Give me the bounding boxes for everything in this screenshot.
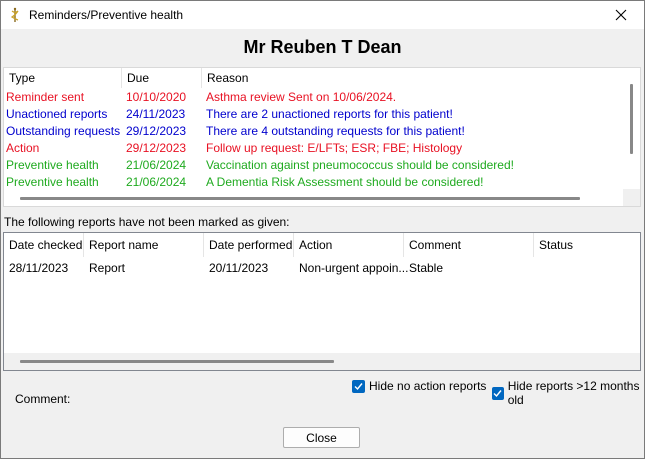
- scrollbar-thumb[interactable]: [20, 197, 580, 200]
- check-icon[interactable]: [352, 379, 365, 393]
- hide-old-reports-checkbox[interactable]: Hide reports >12 months old: [492, 379, 644, 407]
- list-item[interactable]: Action 29/12/2023 Follow up request: E/LFT…: [4, 140, 624, 157]
- reason-cell: Follow up request: E/LFTs; ESR; FBE; His…: [206, 141, 463, 155]
- action-cell: Non-urgent appoin...: [299, 261, 409, 275]
- column-header-comment[interactable]: Comment: [404, 233, 534, 257]
- type-cell: Action: [6, 141, 40, 155]
- type-cell: Preventive health: [6, 158, 99, 172]
- patient-name: Mr Reuben T Dean: [243, 37, 402, 57]
- due-cell: 10/10/2020: [126, 90, 187, 104]
- list-item[interactable]: Preventive health 21/06/2024 Vaccination a…: [4, 157, 624, 174]
- column-header-type[interactable]: Type: [4, 68, 122, 88]
- scrollbar-thumb[interactable]: [20, 360, 334, 363]
- hide-no-action-checkbox[interactable]: Hide no action reports: [352, 379, 486, 393]
- status-cell: [534, 257, 539, 279]
- close-icon[interactable]: [598, 1, 644, 29]
- column-header-action[interactable]: Action: [294, 233, 404, 257]
- caduceus-icon: [7, 7, 23, 23]
- column-header-report-name[interactable]: Report name: [84, 233, 204, 257]
- reminders-list[interactable]: Type Due Reason Reminder sent 10/10/2020 A…: [3, 67, 641, 207]
- reports-header: Date checked Report name Date performed …: [4, 233, 640, 257]
- table-row[interactable]: 28/11/2023 Report 20/11/2023 Non-urgent …: [4, 257, 640, 279]
- title-bar: Reminders/Preventive health: [1, 1, 644, 29]
- due-cell: 29/12/2023: [126, 124, 187, 138]
- reminders-horizontal-scrollbar[interactable]: [4, 189, 625, 206]
- report-name-cell: Report: [89, 261, 126, 275]
- due-cell: 29/12/2023: [126, 141, 187, 155]
- comment-cell: Stable: [409, 261, 444, 275]
- reports-horizontal-scrollbar[interactable]: [4, 353, 640, 370]
- date-performed-cell: 20/11/2023: [209, 261, 269, 275]
- hide-old-reports-label: Hide reports >12 months old: [507, 379, 640, 407]
- list-item[interactable]: Outstanding requests 29/12/2023 There are …: [4, 123, 624, 140]
- list-item[interactable]: Reminder sent 10/10/2020 Asthma review Sen…: [4, 89, 624, 106]
- column-header-date-checked[interactable]: Date checked: [4, 233, 84, 257]
- type-cell: Unactioned reports: [6, 107, 108, 121]
- column-header-date-performed[interactable]: Date performed: [204, 233, 294, 257]
- check-icon[interactable]: [492, 386, 504, 400]
- scrollbar-thumb[interactable]: [630, 84, 633, 154]
- reason-cell: There are 4 outstanding requests for thi…: [206, 124, 465, 138]
- reports-list[interactable]: Date checked Report name Date performed …: [3, 232, 641, 371]
- reason-cell: There are 2 unactioned reports for this …: [206, 107, 453, 121]
- reason-cell: Vaccination against pneumococcus should …: [206, 158, 514, 172]
- type-cell: Reminder sent: [6, 90, 85, 104]
- due-cell: 21/06/2024: [126, 158, 187, 172]
- reminders-header: Type Due Reason: [4, 68, 640, 88]
- comment-label: Comment:: [15, 392, 71, 406]
- scrollbar-corner: [623, 189, 640, 206]
- reports-section-label: The following reports have not been mark…: [4, 215, 290, 229]
- column-header-status[interactable]: Status: [534, 233, 640, 257]
- close-button[interactable]: Close: [283, 427, 360, 448]
- reminders-window: Reminders/Preventive health Mr Reuben T …: [0, 0, 645, 459]
- hide-no-action-label: Hide no action reports: [369, 379, 487, 393]
- column-header-reason[interactable]: Reason: [202, 68, 624, 88]
- reminders-vertical-scrollbar[interactable]: [623, 68, 640, 190]
- date-checked-cell: 28/11/2023: [9, 261, 69, 275]
- due-cell: 24/11/2023: [126, 107, 186, 121]
- list-item[interactable]: Unactioned reports 24/11/2023 There are 2 …: [4, 106, 624, 123]
- window-title: Reminders/Preventive health: [29, 8, 184, 22]
- reason-cell: Asthma review Sent on 10/06/2024.: [206, 90, 397, 104]
- type-cell: Outstanding requests: [6, 124, 121, 138]
- column-header-due[interactable]: Due: [122, 68, 202, 88]
